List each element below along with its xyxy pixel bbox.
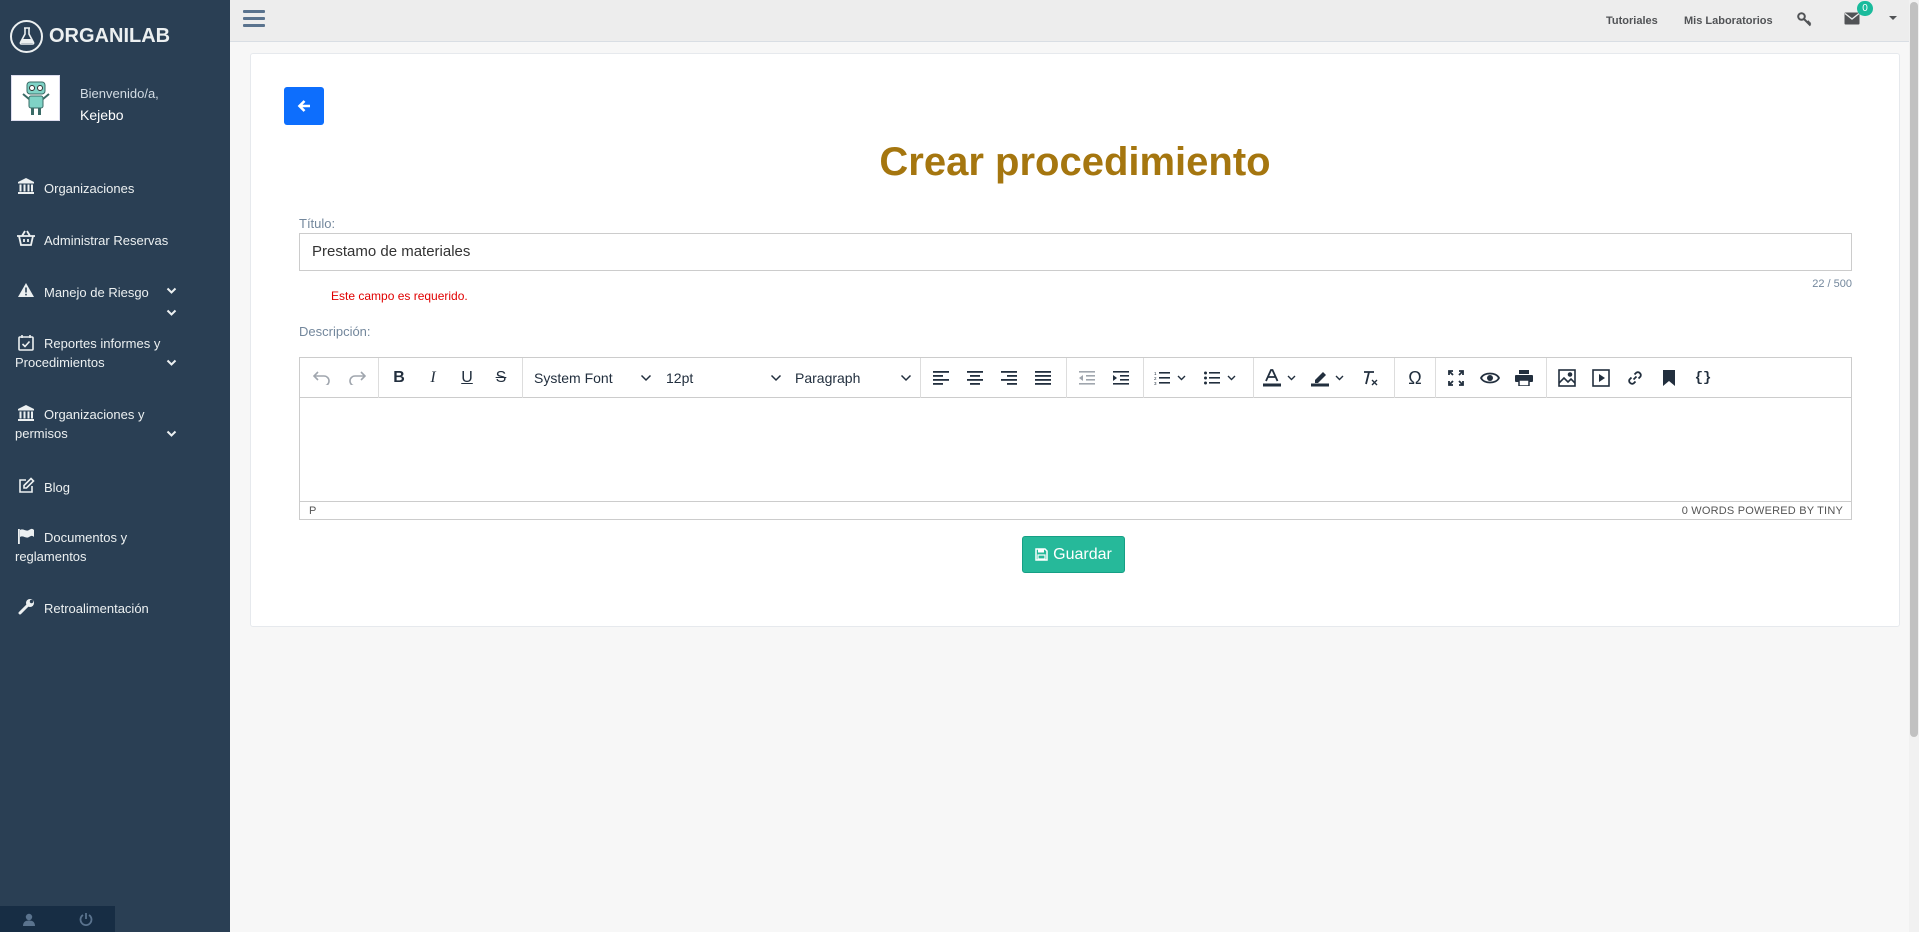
bookmark-icon[interactable] — [1655, 364, 1683, 392]
numbered-list-icon[interactable]: 123 — [1150, 364, 1192, 392]
sidebar-item-reportes[interactable]: Reportes informes y Procedimientos — [0, 333, 230, 385]
mail-count-badge: 0 — [1857, 1, 1873, 16]
indent-icon[interactable] — [1107, 364, 1135, 392]
code-sample-icon[interactable]: {} — [1689, 364, 1717, 392]
preview-icon[interactable] — [1476, 364, 1504, 392]
char-counter: 22 / 500 — [1812, 278, 1852, 290]
bold-icon[interactable]: B — [385, 364, 413, 392]
insert-link-icon[interactable] — [1621, 364, 1649, 392]
italic-icon[interactable]: I — [419, 364, 447, 392]
menu-toggle-icon[interactable] — [243, 10, 265, 30]
font-family-select[interactable]: System Font — [534, 364, 652, 392]
align-left-icon[interactable] — [927, 364, 955, 392]
floppy-disk-icon — [1035, 548, 1048, 561]
editor-content-area[interactable] — [300, 398, 1851, 502]
align-justify-icon[interactable] — [1029, 364, 1057, 392]
chevron-down-icon — [166, 430, 177, 437]
profile: Bienvenido/a, Kejebo — [0, 72, 230, 142]
page-scrollbar[interactable] — [1909, 0, 1919, 932]
sidebar-item-label: Organizaciones — [44, 181, 135, 196]
title-input[interactable]: Prestamo de materiales — [299, 233, 1852, 271]
redo-icon[interactable] — [343, 364, 371, 392]
edit-icon — [16, 476, 36, 494]
my-labs-link[interactable]: Mis Laboratorios — [1684, 15, 1773, 27]
undo-icon[interactable] — [308, 364, 336, 392]
institution-icon — [16, 177, 36, 195]
chevron-down-icon — [166, 359, 177, 366]
element-path[interactable]: P — [309, 505, 316, 517]
chevron-down-icon — [640, 374, 652, 382]
key-icon[interactable] — [1797, 12, 1812, 32]
warning-icon — [16, 281, 36, 299]
sidebar-item-organizaciones[interactable]: Organizaciones — [0, 170, 230, 210]
sidebar-item-manejo-de-riesgo[interactable]: Manejo de Riesgo — [0, 274, 230, 314]
highlight-color-icon[interactable] — [1308, 364, 1350, 392]
insert-media-icon[interactable] — [1587, 364, 1615, 392]
chevron-down-icon — [900, 374, 912, 382]
strikethrough-icon[interactable]: S — [487, 364, 515, 392]
chevron-down-icon — [770, 374, 782, 382]
font-size-value: 12pt — [666, 370, 694, 386]
print-icon[interactable] — [1510, 364, 1538, 392]
outdent-icon[interactable] — [1073, 364, 1101, 392]
chevron-down-icon — [166, 287, 177, 294]
block-format-value: Paragraph — [795, 370, 861, 386]
save-label: Guardar — [1053, 545, 1112, 563]
sidebar-item-organizaciones-permisos[interactable]: Organizaciones y permisos — [0, 404, 230, 456]
fullscreen-icon[interactable] — [1442, 364, 1470, 392]
flask-icon — [10, 19, 43, 53]
sidebar-item-label: Documentos y reglamentos — [15, 530, 128, 564]
save-button[interactable]: Guardar — [1022, 536, 1125, 573]
back-button[interactable] — [284, 87, 324, 125]
sidebar-footer — [0, 906, 115, 932]
font-family-value: System Font — [534, 370, 613, 386]
app-name: ORGANILAB — [49, 24, 171, 47]
power-icon[interactable] — [57, 906, 114, 932]
sidebar-item-retroalimentacion[interactable]: Retroalimentación — [0, 596, 230, 626]
procedure-form-panel: Crear procedimiento Título: Prestamo de … — [250, 53, 1900, 627]
envelope-icon[interactable] — [1844, 12, 1860, 30]
title-label: Título: — [299, 216, 336, 231]
wrench-icon — [16, 597, 36, 615]
description-label: Descripción: — [299, 324, 371, 339]
avatar[interactable] — [11, 75, 60, 121]
special-character-icon[interactable]: Ω — [1401, 364, 1429, 392]
word-count: 0 WORDS POWERED BY TINY — [1681, 505, 1843, 517]
align-center-icon[interactable] — [961, 364, 989, 392]
align-right-icon[interactable] — [995, 364, 1023, 392]
underline-icon[interactable]: U — [453, 364, 481, 392]
page-title: Crear procedimiento — [879, 140, 1271, 184]
user-icon[interactable] — [0, 906, 57, 932]
rich-text-editor: B I U S System Font 12pt Paragraph 1 2 3… — [299, 357, 1852, 520]
tutorials-link[interactable]: Tutoriales — [1606, 15, 1658, 27]
error-message: Este campo es requerido. — [331, 289, 468, 303]
sidebar-item-label: Manejo de Riesgo — [44, 285, 149, 300]
sidebar-item-label: Administrar Reservas — [44, 233, 169, 248]
sidebar-item-blog[interactable]: Blog — [0, 476, 230, 506]
caret-down-icon[interactable] — [1889, 16, 1897, 20]
welcome-text: Bienvenido/a, — [80, 86, 159, 101]
insert-image-icon[interactable] — [1553, 364, 1581, 392]
editor-statusbar: P 0 WORDS POWERED BY TINY — [300, 501, 1851, 519]
editor-toolbar: B I U S System Font 12pt Paragraph 1 2 3… — [300, 358, 1851, 398]
font-size-select[interactable]: 12pt — [666, 364, 782, 392]
svg-text:3: 3 — [1154, 381, 1157, 385]
sidebar-item-documentos[interactable]: Documentos y reglamentos — [0, 527, 230, 579]
brand[interactable]: ORGANILAB — [0, 0, 230, 72]
username: Kejebo — [80, 107, 124, 123]
arrow-left-icon — [297, 100, 310, 112]
block-format-select[interactable]: Paragraph — [795, 364, 912, 392]
bullet-list-icon[interactable] — [1200, 364, 1242, 392]
sidebar-item-administrar-reservas[interactable]: Administrar Reservas — [0, 222, 230, 316]
clear-formatting-icon[interactable] — [1356, 364, 1384, 392]
sidebar-item-label: Retroalimentación — [44, 601, 149, 616]
basket-icon — [16, 229, 36, 247]
top-nav: Tutoriales Mis Laboratorios 0 — [230, 0, 1919, 42]
sidebar-item-label: Blog — [44, 480, 71, 495]
text-color-icon[interactable] — [1260, 364, 1302, 392]
sidebar: ORGANILAB Bienvenido/a, Kejebo Organizac… — [0, 0, 230, 932]
